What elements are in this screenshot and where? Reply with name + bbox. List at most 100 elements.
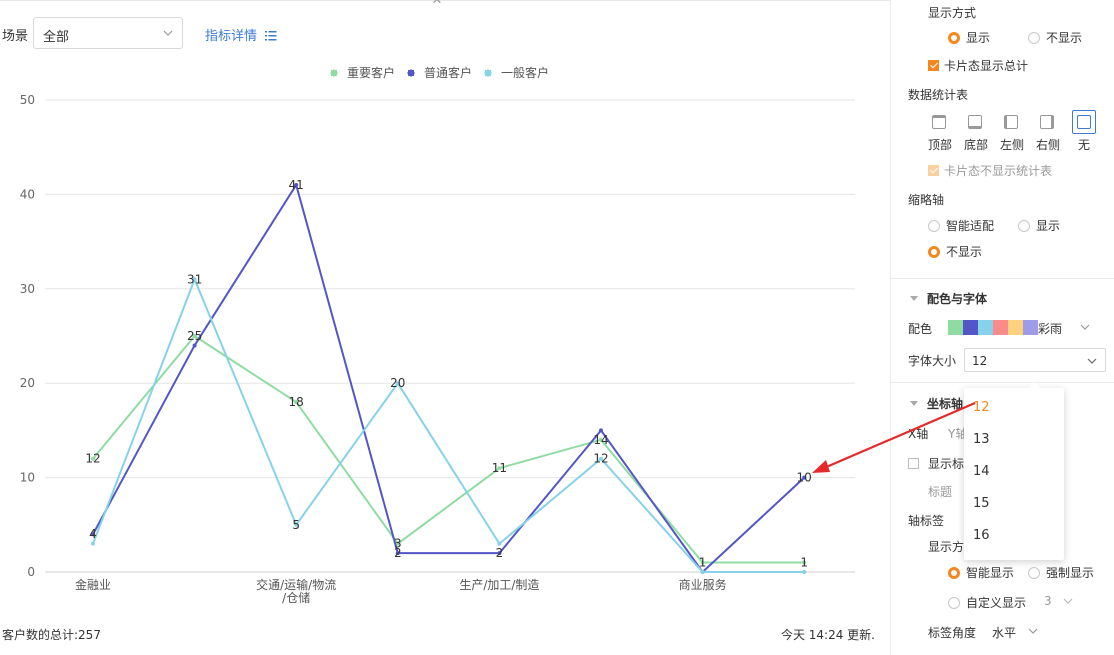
font-size-option[interactable]: 15 bbox=[973, 496, 990, 511]
color-swatch bbox=[993, 320, 1008, 335]
radio-label: 显示 bbox=[1036, 219, 1061, 233]
display-mode-title: 显示方式 bbox=[928, 6, 977, 20]
radio-checked-icon bbox=[948, 32, 960, 44]
data-point bbox=[802, 570, 807, 574]
dropdown-arrow bbox=[1028, 382, 1040, 388]
app-root: ✕ 场景 全部 指标详情 0 10 20 30 40 50 金融业 交通/运输/物流/仓储 生产… bbox=[0, 0, 1114, 655]
color-font-section-header[interactable]: 配色与字体 bbox=[910, 290, 987, 307]
font-size-option[interactable]: 13 bbox=[973, 432, 990, 447]
position-left-button[interactable] bbox=[1000, 111, 1024, 135]
radio-thumb-show[interactable]: 显示 bbox=[1018, 217, 1060, 234]
line-chart: 01020304050金融业 交通/运输/物流/仓储生产/加工/制造 商业服务122… bbox=[20, 65, 855, 605]
radio-unchecked-icon bbox=[928, 220, 940, 232]
x-tick-label: 交通/运输/物流 bbox=[256, 577, 336, 592]
label-angle-value[interactable]: 水平 bbox=[992, 624, 1016, 641]
indicator-detail-label: 指标详情 bbox=[205, 29, 258, 44]
checkbox-checked-icon bbox=[928, 60, 939, 71]
checkbox-show-title[interactable]: 显示标 bbox=[908, 455, 964, 472]
custom-count-value[interactable]: 3 bbox=[1044, 594, 1052, 608]
position-none-button[interactable] bbox=[1072, 110, 1096, 134]
position-top-button[interactable] bbox=[928, 111, 952, 135]
color-scheme-swatches[interactable] bbox=[948, 320, 1038, 335]
thumb-axis-title: 缩略轴 bbox=[908, 193, 945, 207]
radio-unchecked-icon bbox=[948, 597, 960, 609]
axis-label-title: 轴标签 bbox=[908, 514, 945, 528]
checkbox-card-total[interactable]: 卡片态显示总计 bbox=[928, 57, 1028, 74]
legend-label: 重要客户 bbox=[347, 65, 395, 80]
axis-section-header[interactable]: 坐标轴 bbox=[910, 395, 963, 412]
x-tick-label: 商业服务 bbox=[679, 577, 727, 592]
x-tick-label: /仓储 bbox=[282, 590, 310, 605]
data-label: 31 bbox=[187, 272, 202, 286]
chevron-down-icon bbox=[163, 30, 173, 36]
color-swatch bbox=[948, 320, 963, 335]
color-scheme-name[interactable]: 彩雨 bbox=[1038, 320, 1062, 337]
series-line bbox=[92, 276, 805, 573]
data-label: 4 bbox=[89, 527, 97, 541]
y-tick-label: 20 bbox=[20, 376, 35, 390]
chevron-down-icon[interactable] bbox=[1063, 596, 1073, 606]
font-size-select[interactable]: 12 bbox=[964, 348, 1106, 372]
radio-display-hide[interactable]: 不显示 bbox=[1028, 29, 1082, 46]
y-tick-label: 30 bbox=[20, 282, 35, 296]
display-mode-partial-label: 显示方 bbox=[928, 540, 965, 554]
indicator-detail-link[interactable]: 指标详情 bbox=[205, 25, 277, 44]
section-divider bbox=[891, 382, 1114, 383]
data-label: 5 bbox=[292, 518, 300, 532]
position-bottom-icon bbox=[968, 115, 982, 129]
label-angle-label: 标签角度 bbox=[928, 626, 977, 640]
radio-thumb-hide[interactable]: 不显示 bbox=[928, 243, 982, 260]
data-label: 10 bbox=[797, 471, 812, 485]
y-tick-label: 40 bbox=[20, 187, 35, 201]
legend-marker bbox=[408, 70, 414, 76]
data-point bbox=[700, 570, 705, 574]
radio-force-display[interactable]: 强制显示 bbox=[1028, 564, 1094, 581]
data-label: 41 bbox=[289, 178, 304, 192]
title-label: 标题 bbox=[928, 485, 953, 499]
checkbox-label: 卡片态不显示统计表 bbox=[944, 164, 1053, 178]
radio-display-show[interactable]: 显示 bbox=[948, 29, 990, 46]
checkbox-label: 卡片态显示总计 bbox=[944, 59, 1029, 73]
tab-x-axis[interactable]: X轴 bbox=[908, 425, 928, 442]
chevron-down-icon[interactable] bbox=[1028, 626, 1038, 636]
font-size-option[interactable]: 12 bbox=[973, 400, 990, 415]
font-size-option[interactable]: 14 bbox=[973, 464, 990, 479]
collapse-triangle-icon bbox=[910, 401, 918, 406]
position-right-button[interactable] bbox=[1036, 111, 1060, 135]
position-right-label: 右侧 bbox=[1036, 138, 1061, 152]
data-label: 14 bbox=[593, 433, 608, 447]
update-time-text: 今天 14:24 更新. bbox=[780, 628, 875, 642]
y-tick-label: 50 bbox=[20, 93, 35, 107]
data-point bbox=[192, 343, 197, 348]
position-bottom-label: 底部 bbox=[964, 138, 989, 152]
color-swatch bbox=[1023, 320, 1038, 335]
font-size-option[interactable]: 16 bbox=[973, 528, 990, 543]
radio-custom-display[interactable]: 自定义显示 bbox=[948, 594, 1026, 611]
radio-label: 显示 bbox=[966, 31, 991, 45]
list-icon bbox=[265, 31, 277, 41]
chevron-down-icon bbox=[1087, 358, 1097, 364]
series-line bbox=[92, 334, 805, 564]
legend-item: 普通客户 bbox=[407, 65, 472, 80]
data-label: 18 bbox=[289, 395, 304, 409]
radio-unchecked-icon bbox=[1028, 567, 1040, 579]
position-top-icon bbox=[932, 115, 946, 129]
position-bottom-button[interactable] bbox=[964, 111, 988, 135]
section-title-label: 配色与字体 bbox=[927, 292, 988, 306]
data-label: 12 bbox=[85, 452, 100, 466]
radio-label: 智能适配 bbox=[946, 219, 995, 233]
legend-item: 重要客户 bbox=[330, 65, 395, 80]
font-size-value: 12 bbox=[972, 354, 988, 368]
data-point bbox=[599, 428, 603, 433]
position-top-label: 顶部 bbox=[928, 138, 953, 152]
data-label: 2 bbox=[496, 546, 504, 560]
radio-smart-display[interactable]: 智能显示 bbox=[948, 564, 1014, 581]
chevron-down-icon[interactable] bbox=[1080, 322, 1090, 332]
scene-select[interactable]: 全部 bbox=[33, 17, 183, 49]
radio-label: 自定义显示 bbox=[966, 596, 1027, 610]
checkbox-disabled-icon bbox=[928, 165, 939, 176]
collapse-triangle-icon bbox=[910, 296, 918, 301]
radio-thumb-smart[interactable]: 智能适配 bbox=[928, 217, 994, 234]
close-icon[interactable]: ✕ bbox=[430, 0, 444, 8]
section-divider bbox=[891, 278, 1114, 279]
